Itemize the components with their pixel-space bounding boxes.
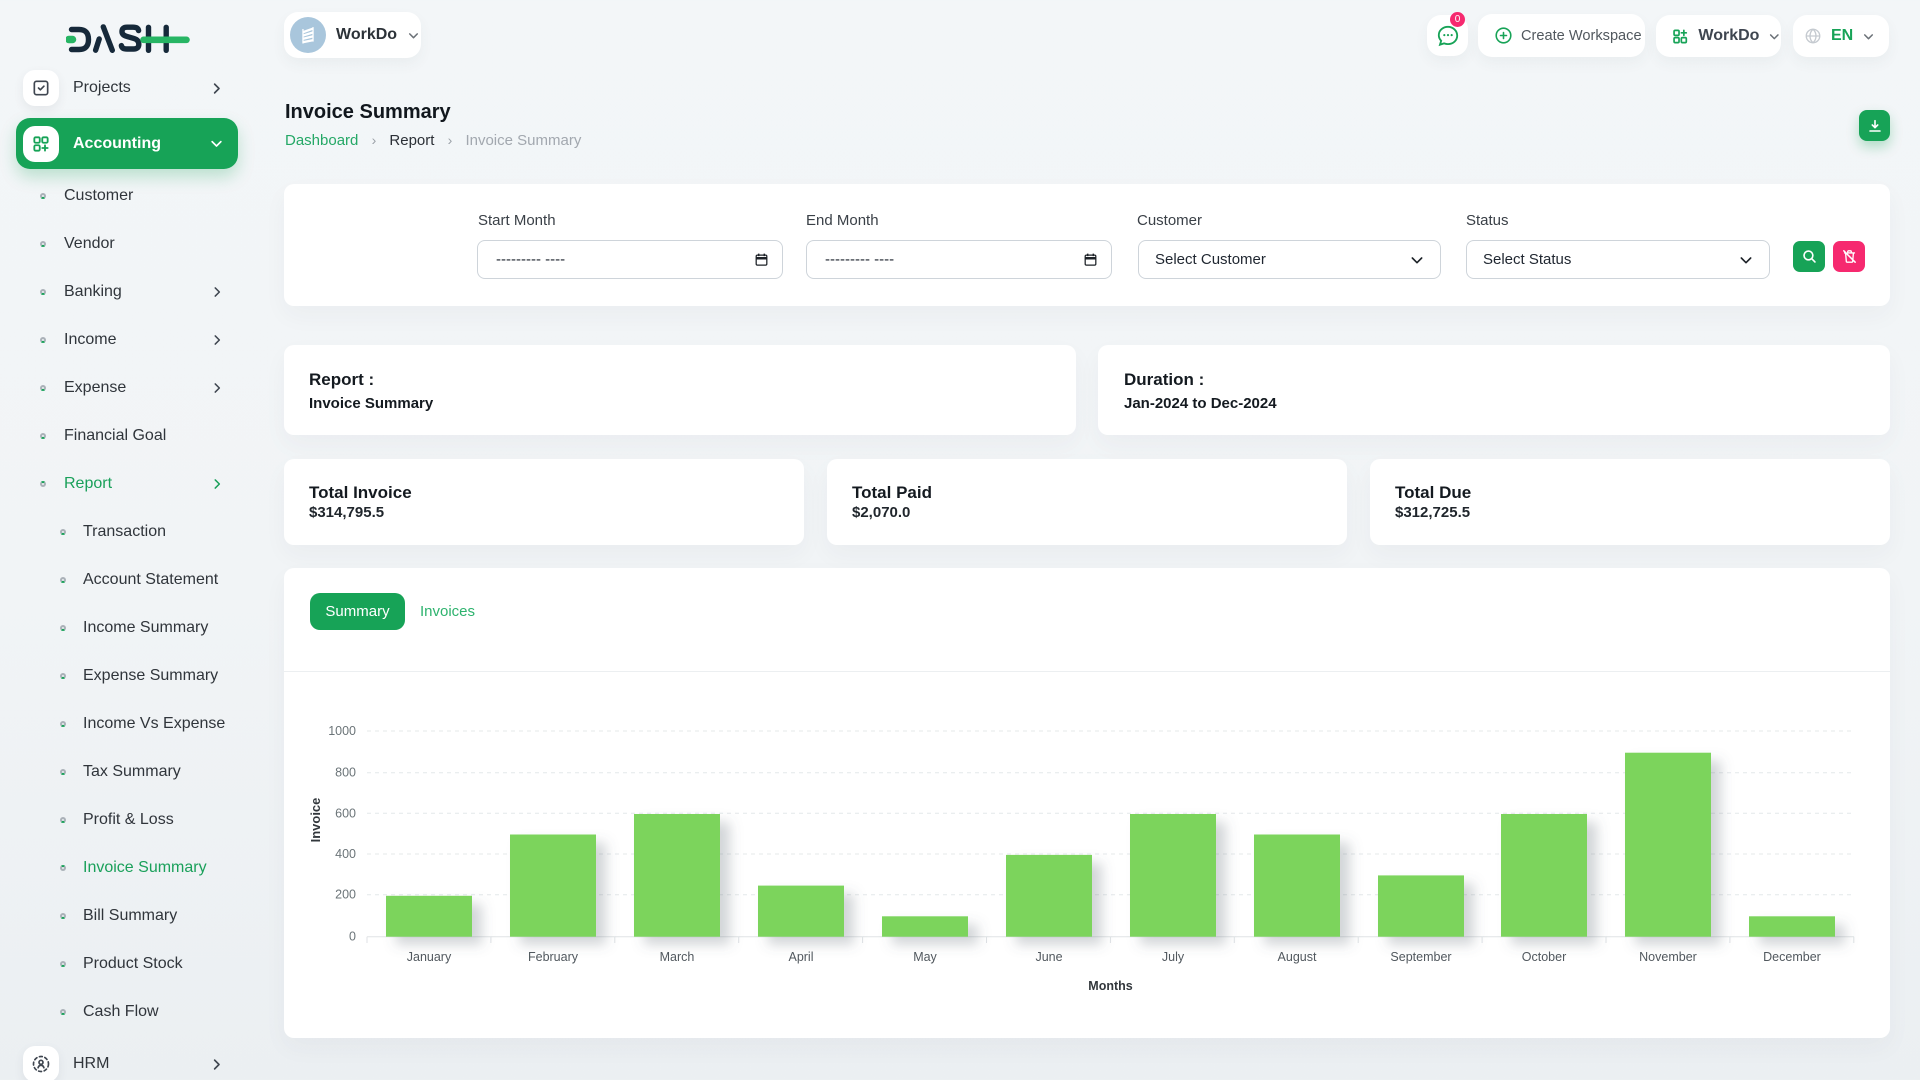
svg-text:800: 800	[335, 766, 356, 780]
svg-text:August: August	[1278, 950, 1317, 964]
svg-text:600: 600	[335, 806, 356, 820]
svg-text:Invoice: Invoice	[308, 798, 323, 843]
svg-text:November: November	[1639, 950, 1697, 964]
svg-text:200: 200	[335, 888, 356, 902]
svg-text:0: 0	[349, 930, 356, 944]
svg-text:March: March	[660, 950, 695, 964]
svg-text:February: February	[528, 950, 579, 964]
svg-text:400: 400	[335, 847, 356, 861]
svg-text:September: September	[1390, 950, 1451, 964]
svg-text:December: December	[1763, 950, 1821, 964]
svg-text:Months: Months	[1088, 979, 1132, 993]
svg-text:July: July	[1162, 950, 1185, 964]
svg-text:October: October	[1522, 950, 1566, 964]
svg-text:April: April	[788, 950, 813, 964]
svg-text:January: January	[407, 950, 452, 964]
svg-text:June: June	[1035, 950, 1062, 964]
svg-text:May: May	[913, 950, 937, 964]
svg-text:1000: 1000	[328, 724, 356, 738]
